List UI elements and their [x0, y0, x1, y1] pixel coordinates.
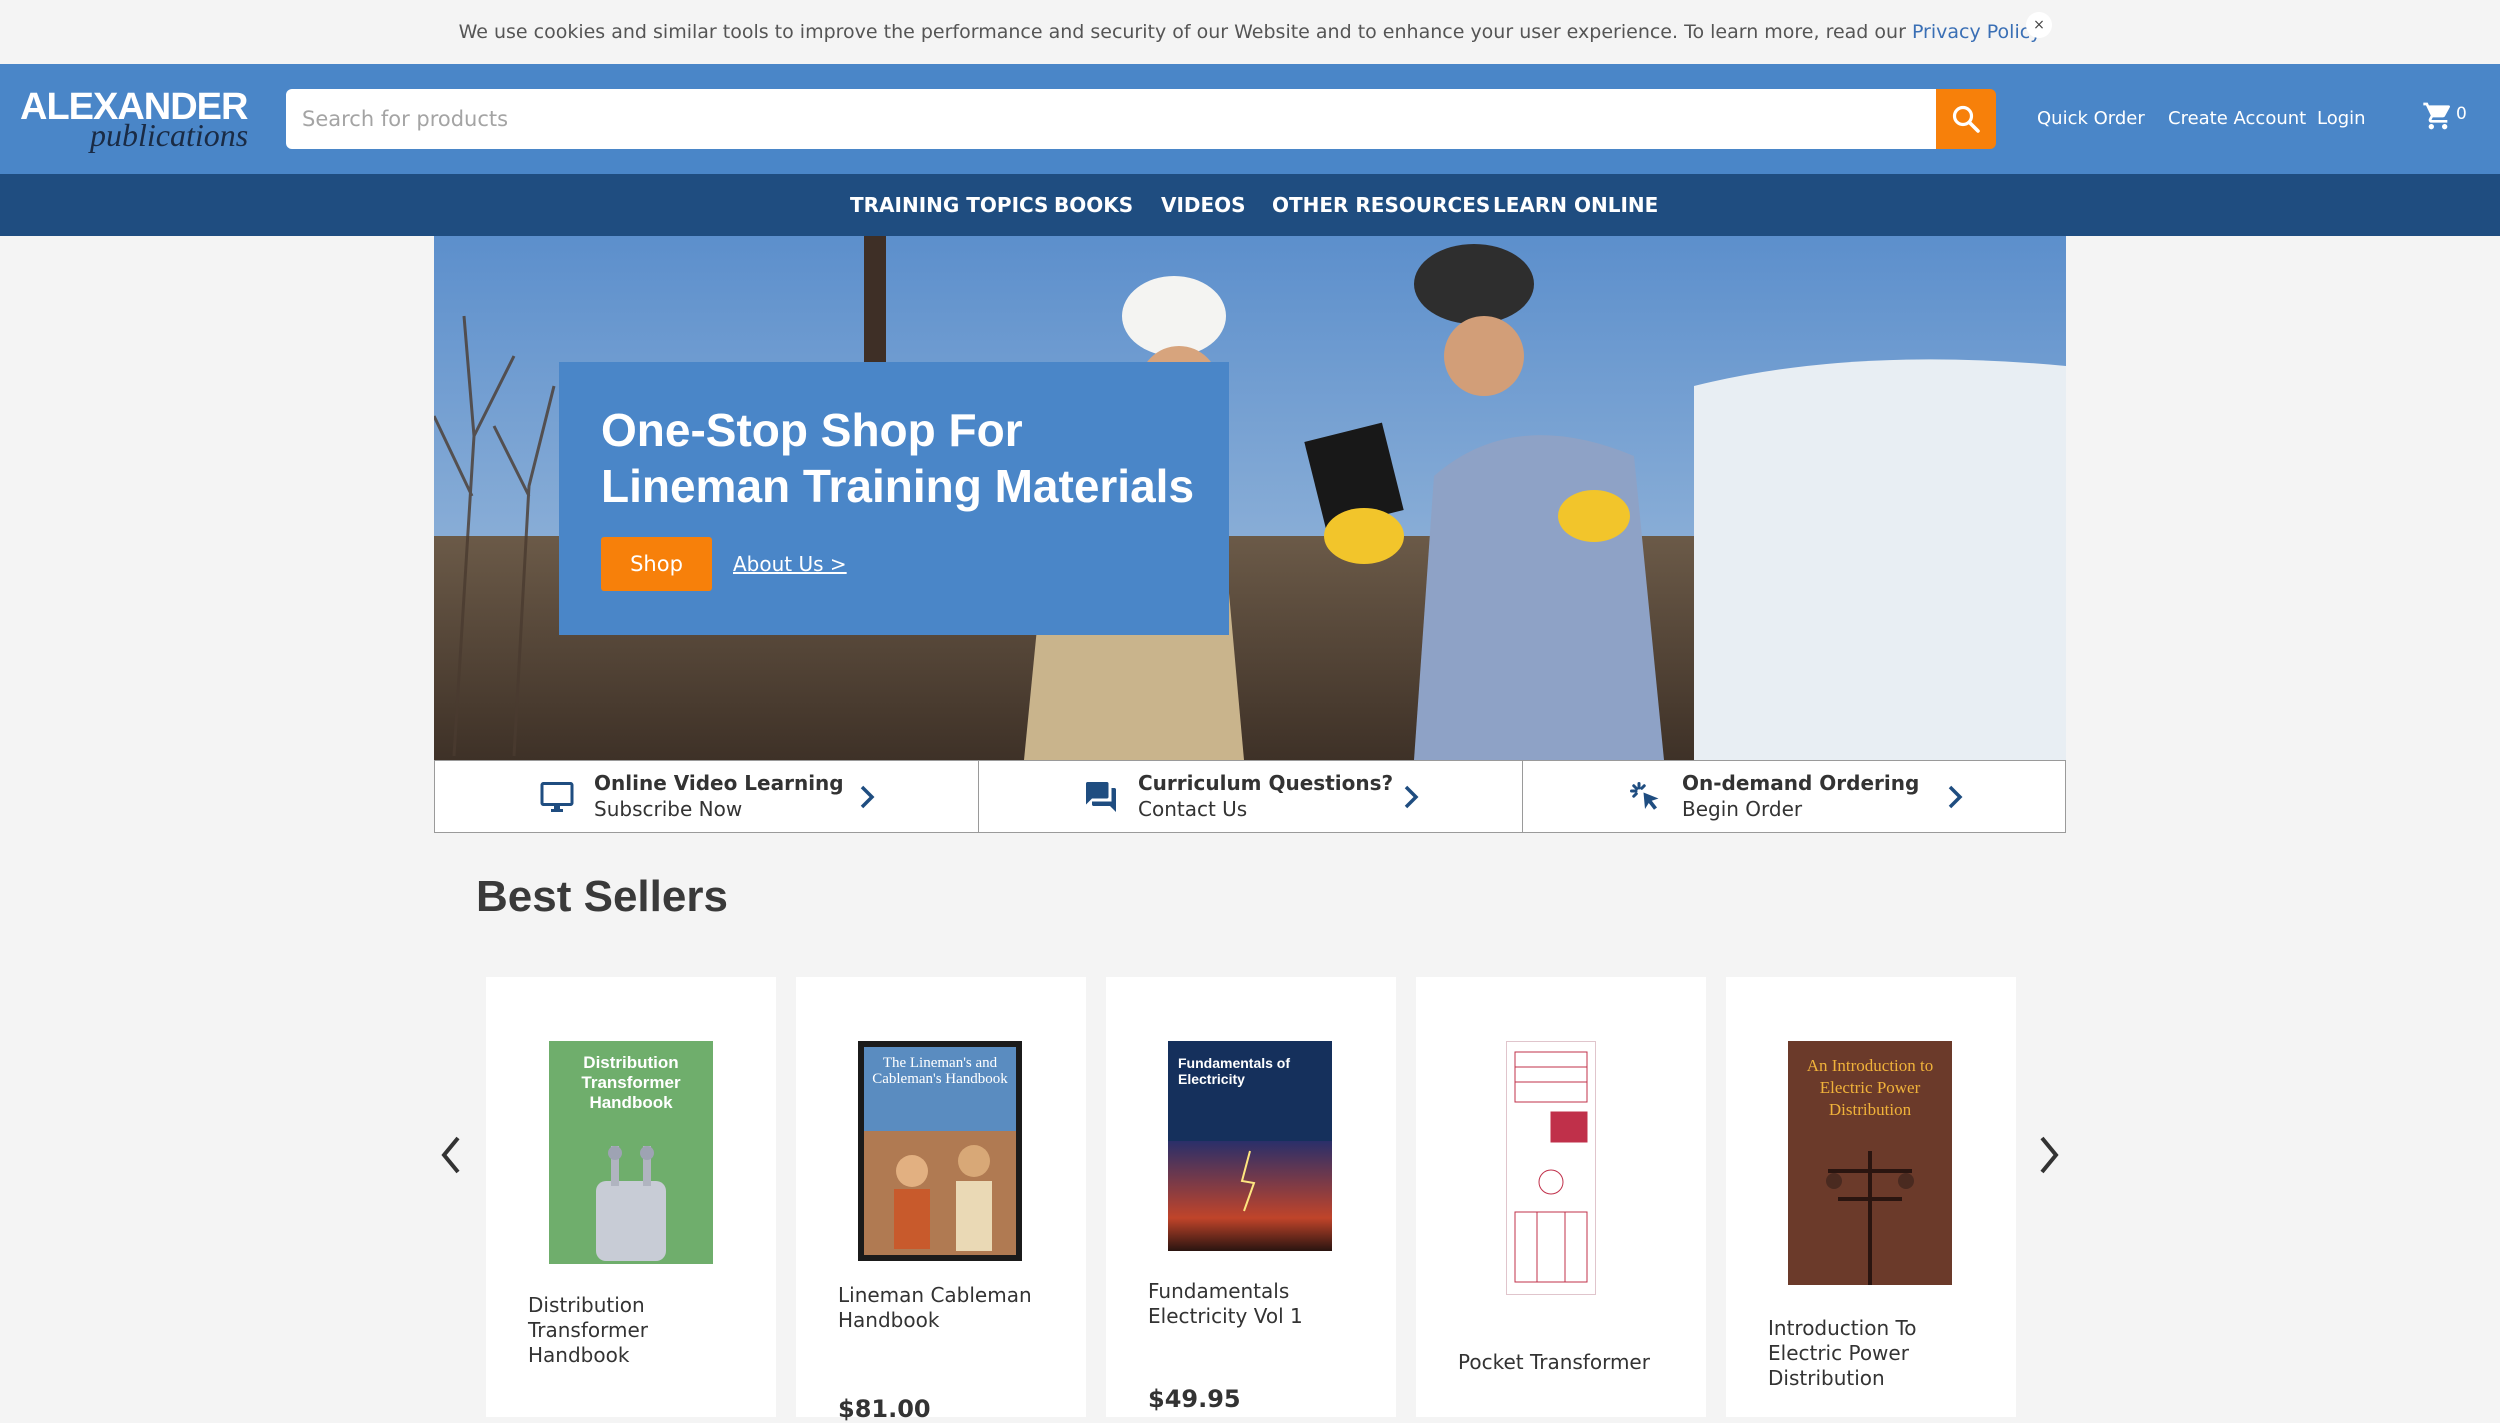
feature-title: On-demand Ordering	[1682, 771, 1920, 795]
product-card[interactable]: The Lineman's and Cableman's Handbook Li…	[796, 977, 1086, 1423]
cover-title: Fundamentals of Electricity	[1178, 1055, 1291, 1087]
about-us-link[interactable]: About Us >	[733, 552, 847, 576]
feature-ordering[interactable]: On-demand Ordering Begin Order	[1523, 761, 2067, 832]
nav-training-topics[interactable]: TRAINING TOPICS	[850, 174, 1048, 236]
product-cover[interactable]: The Lineman's and Cableman's Handbook	[858, 1041, 1022, 1261]
feature-subtitle: Begin Order	[1682, 797, 1803, 821]
login-link[interactable]: Login	[2317, 105, 2366, 133]
nav-videos[interactable]: VIDEOS	[1161, 174, 1246, 236]
quick-order-link[interactable]: Quick Order	[2037, 105, 2145, 133]
product-name[interactable]: Lineman Cableman Handbook	[838, 1283, 1058, 1333]
search-input[interactable]	[286, 89, 1937, 149]
monitor-icon	[540, 782, 574, 812]
hero-title: One-Stop Shop For Lineman Training Mater…	[601, 404, 1195, 512]
product-name[interactable]: Introduction To Electric Power Distribut…	[1768, 1316, 1988, 1391]
feature-title: Online Video Learning	[594, 771, 844, 795]
shop-button[interactable]: Shop	[601, 537, 712, 591]
feature-subtitle: Contact Us	[1138, 797, 1248, 821]
search-icon	[1952, 105, 1980, 133]
carousel-next-button[interactable]	[2034, 1130, 2064, 1180]
chevron-right-icon	[1948, 785, 1963, 809]
cookie-close-button[interactable]: ×	[2026, 12, 2052, 38]
logo-subtitle: publications	[90, 117, 249, 153]
product-name[interactable]: Distribution Transformer Handbook	[528, 1293, 748, 1368]
product-card[interactable]: Pocket Transformer	[1416, 977, 1706, 1417]
feature-strip: Online Video Learning Subscribe Now Curr…	[434, 760, 2066, 833]
hero-banner: One-Stop Shop For Lineman Training Mater…	[434, 236, 2066, 760]
hero-card: One-Stop Shop For Lineman Training Mater…	[559, 362, 1229, 635]
cookie-banner: We use cookies and similar tools to impr…	[0, 0, 2500, 64]
product-cover[interactable]	[1506, 1041, 1596, 1295]
main-nav: TRAINING TOPICS BOOKS VIDEOS OTHER RESOU…	[0, 174, 2500, 236]
chevron-right-icon	[1404, 785, 1419, 809]
nav-learn-online[interactable]: LEARN ONLINE	[1493, 174, 1658, 236]
cookie-message: We use cookies and similar tools to impr…	[458, 21, 1912, 43]
product-price: $49.95	[1148, 1385, 1241, 1413]
privacy-policy-link[interactable]: Privacy Policy	[1912, 21, 2041, 43]
cart-count: 0	[2456, 104, 2467, 124]
product-cover[interactable]: Distribution Transformer Handbook	[549, 1041, 713, 1264]
site-header: ALEXANDER publications Quick Order Creat…	[0, 64, 2500, 174]
product-name[interactable]: Fundamentals Electricity Vol 1	[1148, 1279, 1368, 1329]
cookie-text: We use cookies and similar tools to impr…	[0, 0, 2500, 64]
cart-icon	[2423, 102, 2451, 130]
chat-icon	[1086, 782, 1116, 812]
feature-title: Curriculum Questions?	[1138, 771, 1394, 795]
cover-title: The Lineman's and Cableman's Handbook	[872, 1055, 1008, 1087]
nav-other-resources[interactable]: OTHER RESOURCES	[1272, 174, 1490, 236]
product-card[interactable]: Distribution Transformer Handbook Distri…	[486, 977, 776, 1417]
best-sellers-title: Best Sellers	[476, 872, 728, 921]
pocket-card-diagram	[1514, 1051, 1588, 1283]
product-card[interactable]: An Introduction to Electric Power Distri…	[1726, 977, 2016, 1417]
product-name[interactable]: Pocket Transformer	[1458, 1350, 1678, 1375]
click-icon	[1630, 782, 1659, 810]
feature-curriculum[interactable]: Curriculum Questions? Contact Us	[979, 761, 1523, 832]
cover-title: Distribution Transformer Handbook	[581, 1053, 681, 1112]
product-cover[interactable]: An Introduction to Electric Power Distri…	[1788, 1041, 1952, 1285]
product-price: $81.00	[838, 1395, 931, 1423]
search-button[interactable]	[1936, 89, 1996, 149]
transformer-illustration	[596, 1146, 666, 1261]
power-pole-illustration	[1826, 1151, 1914, 1285]
cover-title: An Introduction to Electric Power Distri…	[1806, 1056, 1934, 1119]
carousel-prev-button[interactable]	[436, 1130, 466, 1180]
cart-button[interactable]: 0	[2422, 100, 2472, 136]
lightning-illustration	[1168, 1141, 1332, 1251]
product-cover[interactable]: Fundamentals of Electricity	[1168, 1041, 1332, 1251]
product-card[interactable]: Fundamentals of Electricity Fundamentals…	[1106, 977, 1396, 1417]
feature-subtitle: Subscribe Now	[594, 797, 743, 821]
create-account-link[interactable]: Create Account	[2168, 105, 2306, 133]
feature-online-video[interactable]: Online Video Learning Subscribe Now	[435, 761, 979, 832]
chevron-right-icon	[860, 785, 875, 809]
logo[interactable]: ALEXANDER publications	[20, 88, 250, 152]
lineman-photo	[864, 1131, 1016, 1255]
nav-books[interactable]: BOOKS	[1054, 174, 1133, 236]
